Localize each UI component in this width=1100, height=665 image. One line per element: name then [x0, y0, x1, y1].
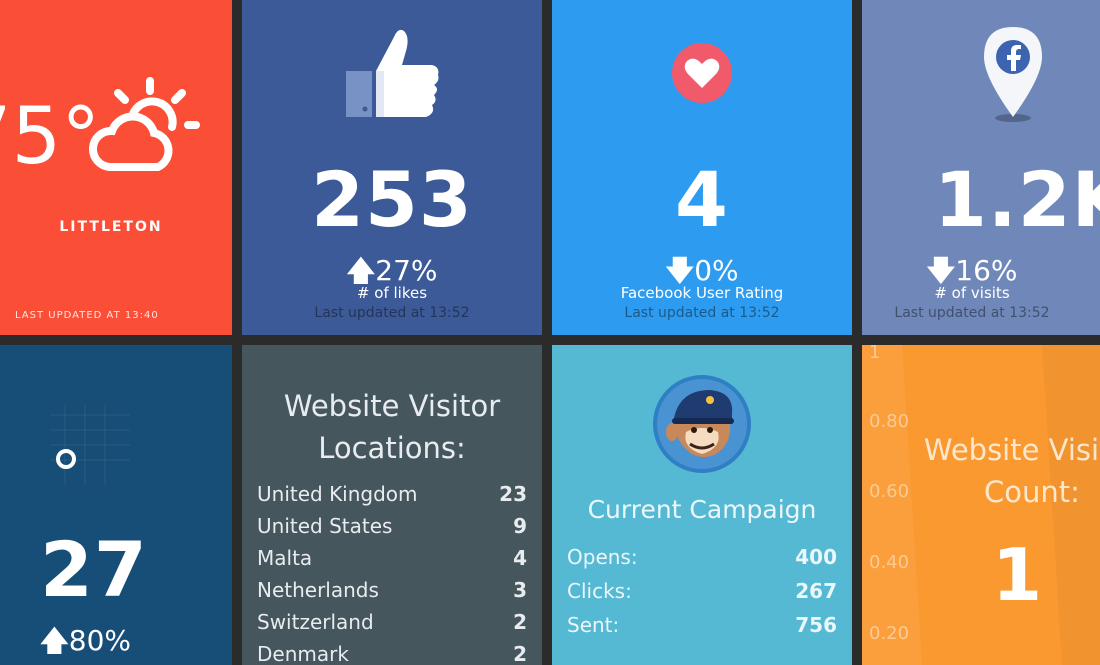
stat-value: 27 [40, 525, 148, 614]
rating-value: 4 [675, 155, 729, 244]
visits-label: # of visits [934, 284, 1010, 302]
stat-value: 400 [795, 545, 837, 569]
tile-title: Website Visitor Count: [892, 429, 1100, 513]
last-updated: Last updated at 13:52 [894, 305, 1050, 321]
arrow-down-icon: 🡇 [665, 254, 695, 287]
list-item: Netherlands 3 [257, 574, 527, 606]
rating-change-value: 0% [694, 254, 739, 287]
campaign-title: Current Campaign [587, 495, 817, 524]
list-item: Sent: 756 [567, 608, 837, 642]
stat-value: 267 [795, 579, 837, 603]
stat-value: 756 [795, 613, 837, 637]
list-item: Malta 4 [257, 542, 527, 574]
sun-cloud-icon [88, 77, 200, 171]
city-name: LITTLETON [59, 219, 163, 235]
mailchimp-logo-icon [653, 375, 751, 473]
arrow-up-icon: 🡅 [40, 624, 69, 657]
country-name: United States [257, 514, 393, 538]
title-line: Locations: [318, 431, 466, 465]
visitor-locations-tile: Website Visitor Locations: United Kingdo… [242, 345, 542, 665]
map-grid-graphic [50, 405, 130, 485]
last-updated: Last updated at 13:52 [314, 305, 470, 321]
visits-tile: 1.2K 🡇16% # of visits Last updated at 13… [862, 0, 1100, 335]
likes-change-value: 27% [375, 254, 438, 287]
weather-tile: 75° LITTLETON LAST UPDATED AT 13:40 [0, 0, 232, 335]
likes-value: 253 [311, 155, 473, 244]
country-name: Netherlands [257, 578, 379, 602]
country-count: 9 [513, 514, 527, 538]
thumbs-up-icon [346, 29, 439, 117]
country-count: 2 [513, 610, 527, 634]
likes-tile: 253 🡅27% # of likes Last updated at 13:5… [242, 0, 542, 335]
heart-icon [672, 43, 732, 103]
location-dot-icon [56, 449, 76, 469]
visitor-count-value: 1 [992, 533, 1044, 617]
campaign-tile: Current Campaign Opens: 400 Clicks: 267 Se… [552, 345, 852, 665]
visits-change-value: 16% [955, 254, 1018, 287]
axis-tick: 0.20 [869, 623, 910, 644]
last-updated: Last updated at 13:52 [624, 305, 780, 321]
rating-label: Facebook User Rating [620, 284, 784, 302]
locations-list: United Kingdom 23 United States 9 Malta 4 N… [257, 478, 527, 665]
list-item: Denmark 2 [257, 638, 527, 665]
stat-label: Opens: [567, 545, 638, 569]
list-item: Opens: 400 [567, 540, 837, 574]
visitor-count-tile: 1 0.80 0.60 0.40 0.20 Website Visitor Co… [862, 345, 1100, 665]
stat-change: 🡅80% [40, 620, 232, 665]
country-name: United Kingdom [257, 482, 418, 506]
stat-change-value: 80% [68, 624, 132, 657]
visits-value: 1.2K [934, 155, 1100, 244]
campaign-stats: Opens: 400 Clicks: 267 Sent: 756 [567, 540, 837, 642]
list-item: Switzerland 2 [257, 606, 527, 638]
title-line: Website Visitor [923, 433, 1100, 467]
country-count: 2 [513, 642, 527, 665]
temperature-value: 75° [0, 92, 101, 182]
axis-tick: 1 [869, 345, 881, 363]
list-item: United Kingdom 23 [257, 478, 527, 510]
country-name: Malta [257, 546, 313, 570]
stat-tile: 27 🡅80% [0, 345, 232, 665]
country-count: 3 [513, 578, 527, 602]
country-count: 4 [513, 546, 527, 570]
country-count: 23 [499, 482, 527, 506]
facebook-map-pin-icon [984, 27, 1042, 122]
stat-label: Sent: [567, 613, 620, 637]
arrow-up-icon: 🡅 [346, 254, 376, 287]
title-line: Website Visitor [283, 389, 501, 423]
stat-label: Clicks: [567, 579, 632, 603]
list-item: Clicks: 267 [567, 574, 837, 608]
tile-title: Website Visitor Locations: [242, 385, 542, 469]
likes-label: # of likes [356, 284, 428, 302]
last-updated: LAST UPDATED AT 13:40 [15, 310, 159, 321]
title-line: Count: [984, 475, 1080, 509]
country-name: Denmark [257, 642, 349, 665]
country-name: Switzerland [257, 610, 374, 634]
rating-tile: 4 🡇0% Facebook User Rating Last updated … [552, 0, 852, 335]
arrow-down-icon: 🡇 [926, 254, 956, 287]
axis-tick: 0.40 [869, 552, 910, 573]
list-item: United States 9 [257, 510, 527, 542]
